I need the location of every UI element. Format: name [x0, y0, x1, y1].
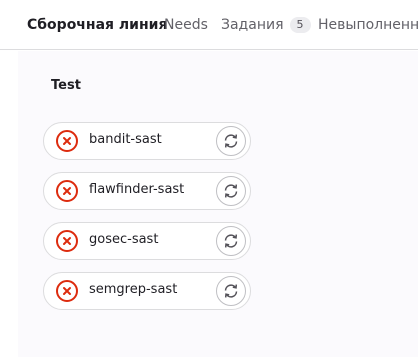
tab-needs[interactable]: Needs: [164, 0, 208, 49]
tab-pipeline-label: Сборочная линия: [27, 17, 168, 33]
job-item-bandit-sast[interactable]: bandit-sast: [43, 122, 251, 160]
retry-icon: [224, 134, 238, 148]
job-item-gosec-sast[interactable]: gosec-sast: [43, 222, 251, 260]
retry-button[interactable]: [216, 176, 246, 206]
status-failed-icon: [56, 130, 78, 152]
stage-title: Test: [51, 78, 81, 93]
retry-icon: [224, 184, 238, 198]
job-name: flawfinder-sast: [89, 182, 185, 197]
tab-needs-label: Needs: [164, 17, 208, 33]
retry-icon: [224, 234, 238, 248]
job-item-flawfinder-sast[interactable]: flawfinder-sast: [43, 172, 251, 210]
tab-pipeline[interactable]: Сборочная линия: [27, 0, 168, 49]
status-failed-icon: [56, 280, 78, 302]
retry-button[interactable]: [216, 126, 246, 156]
job-name: gosec-sast: [89, 232, 159, 247]
retry-button[interactable]: [216, 276, 246, 306]
tab-jobs[interactable]: Задания 5: [221, 0, 311, 49]
pipeline-tabs: Сборочная линия Needs Задания 5 Невыполн…: [0, 0, 418, 50]
job-item-semgrep-sast[interactable]: semgrep-sast: [43, 272, 251, 310]
status-failed-icon: [56, 230, 78, 252]
job-name: bandit-sast: [89, 132, 162, 147]
status-failed-icon: [56, 180, 78, 202]
retry-icon: [224, 284, 238, 298]
tab-jobs-count-badge: 5: [289, 17, 311, 33]
tab-failed-jobs[interactable]: Невыполненн: [318, 0, 418, 49]
job-name: semgrep-sast: [89, 282, 178, 297]
retry-button[interactable]: [216, 226, 246, 256]
tab-failed-jobs-label: Невыполненн: [318, 17, 418, 33]
tab-jobs-label: Задания: [221, 17, 284, 33]
